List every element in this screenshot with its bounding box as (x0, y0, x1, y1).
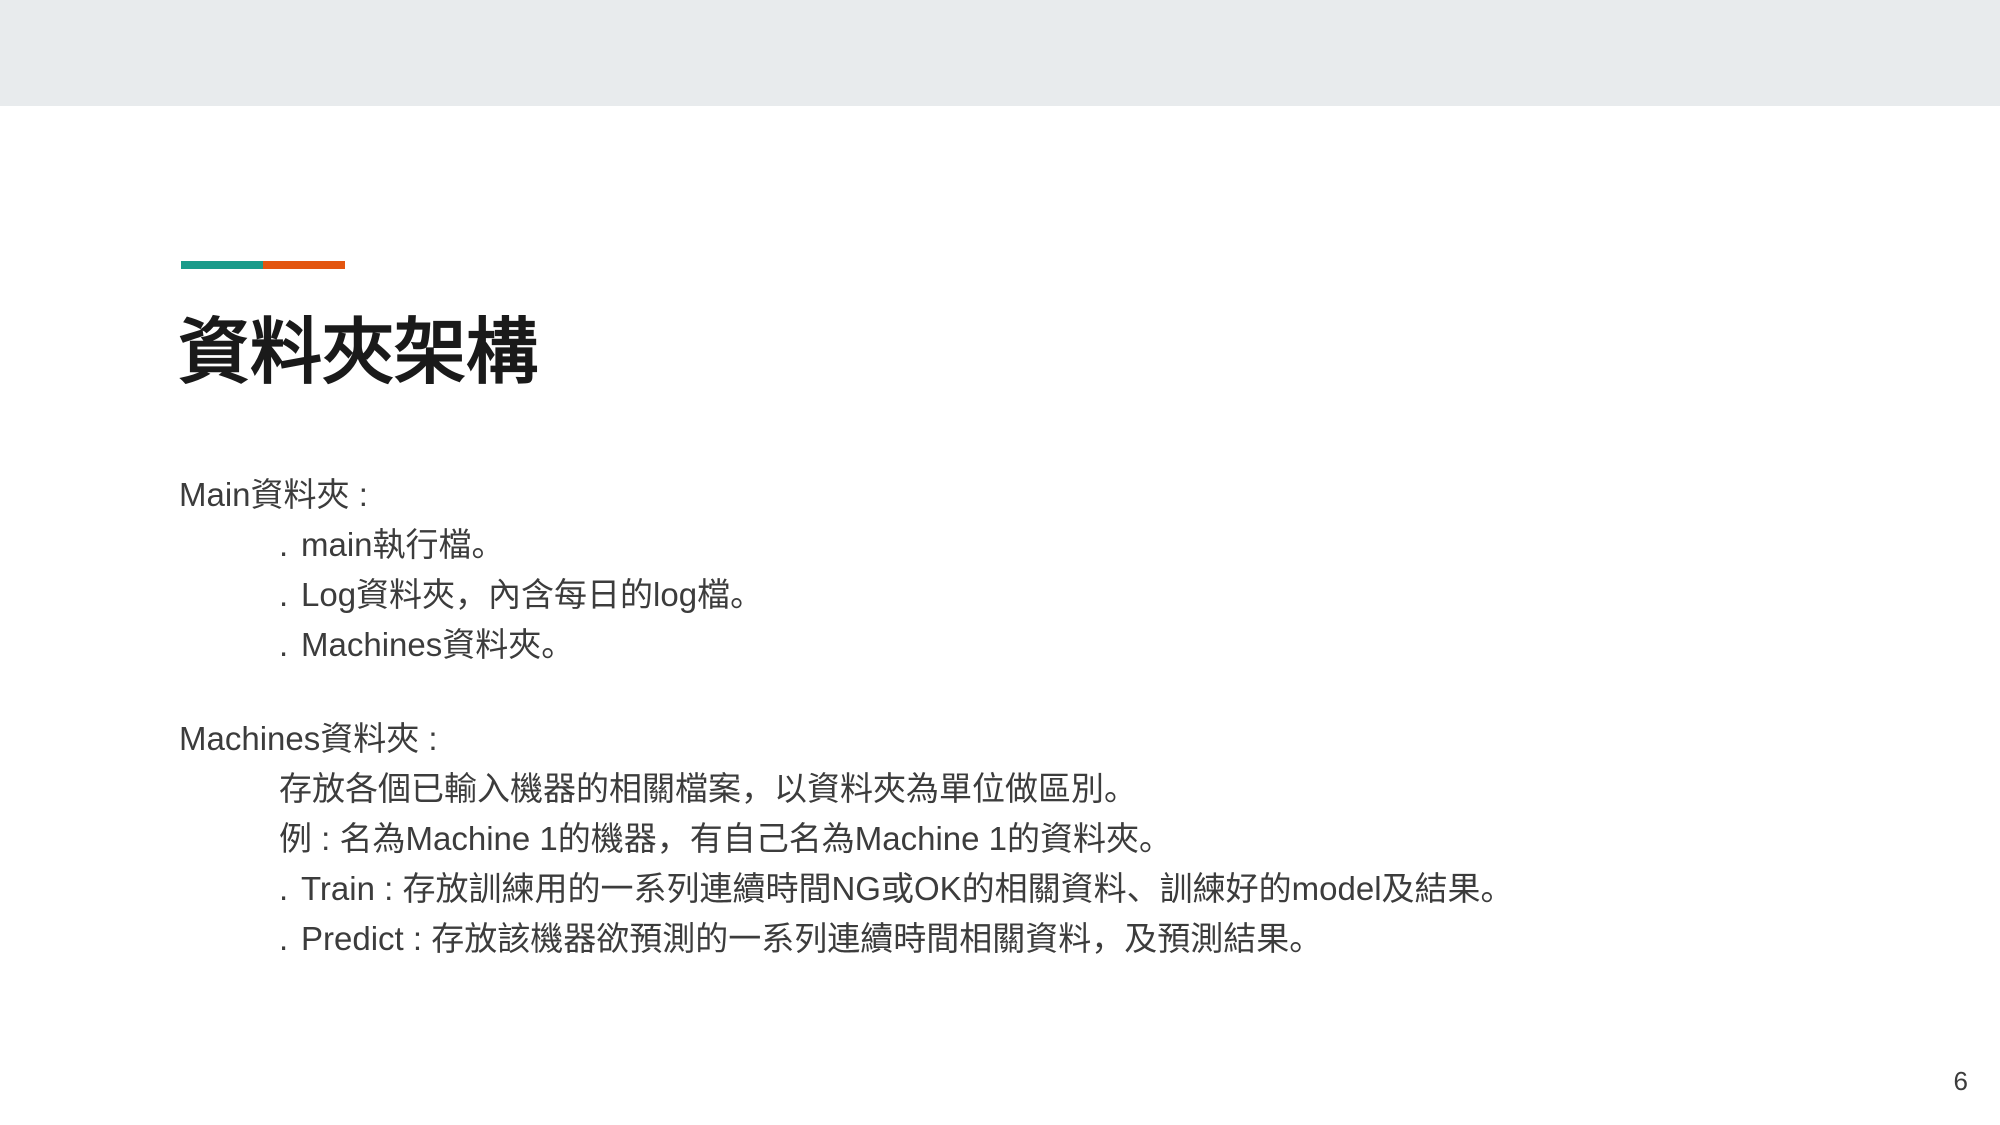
list-item-text: Machines資料夾。 (301, 626, 575, 663)
accent-orange-segment (263, 261, 345, 269)
section-heading-machines: Machines資料夾 : (179, 720, 438, 757)
list-item-text: Predict : 存放該機器欲預測的一系列連續時間相關資料，及預測結果。 (301, 920, 1323, 957)
bullet-dot: . (279, 526, 289, 563)
description-line: 例 : 名為Machine 1的機器，有自己名為Machine 1的資料夾。 (179, 814, 1929, 864)
section-heading-main: Main資料夾 : (179, 476, 368, 513)
bullet-dot: . (279, 870, 289, 907)
slide-title: 資料夾架構 (178, 313, 539, 393)
list-item: . Predict : 存放該機器欲預測的一系列連續時間相關資料，及預測結果。 (179, 914, 1929, 964)
page-number: 6 (1953, 1066, 1968, 1096)
description-line: 存放各個已輸入機器的相關檔案，以資料夾為單位做區別。 (179, 764, 1929, 814)
top-band (0, 0, 2000, 106)
bullet-dot: . (279, 576, 289, 613)
list-item: . Log資料夾，內含每日的log檔。 (179, 570, 1929, 620)
description-text: 存放各個已輸入機器的相關檔案，以資料夾為單位做區別。 (279, 770, 1137, 807)
title-accent-bar (181, 261, 345, 269)
list-item-text: main執行檔。 (301, 526, 505, 563)
list-item: . Train : 存放訓練用的一系列連續時間NG或OK的相關資料、訓練好的mod… (179, 864, 1929, 914)
list-item: . main執行檔。 (179, 520, 1929, 570)
list-item-text: Train : 存放訓練用的一系列連續時間NG或OK的相關資料、訓練好的mode… (301, 870, 1514, 907)
list-item-text: Log資料夾，內含每日的log檔。 (301, 576, 764, 613)
bullet-dot: . (279, 626, 289, 663)
slide-body: Main資料夾 : . main執行檔。 . Log資料夾，內含每日的log檔。 .… (179, 470, 1929, 964)
description-text: 例 : 名為Machine 1的機器，有自己名為Machine 1的資料夾。 (279, 820, 1173, 857)
list-item: . Machines資料夾。 (179, 620, 1929, 670)
accent-teal-segment (181, 261, 263, 269)
bullet-dot: . (279, 920, 289, 957)
